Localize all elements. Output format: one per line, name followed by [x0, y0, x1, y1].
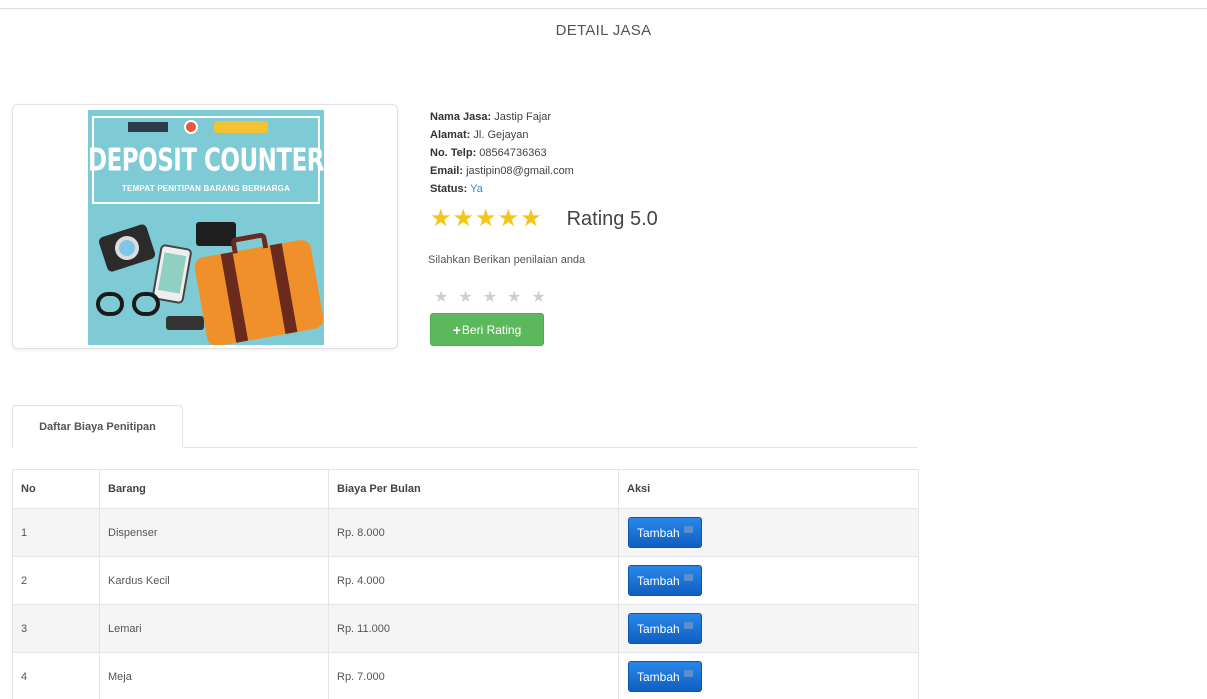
rating-input: ★ ★ ★ ★ ★	[434, 287, 556, 307]
cell-biaya: Rp. 8.000	[328, 508, 619, 557]
camera-illustration	[97, 223, 157, 273]
service-status-value: Ya	[470, 183, 483, 195]
cell-barang: Lemari	[99, 604, 329, 653]
service-address-value: Jl. Gejayan	[473, 129, 529, 141]
poster-logo-left	[128, 122, 168, 132]
rating-display: ★★★★★ Rating 5.0	[430, 204, 658, 234]
table-row: 4 Meja Rp. 7.000 Tambah	[12, 652, 919, 699]
service-email-label: Email:	[430, 165, 464, 177]
cell-no: 3	[12, 604, 100, 653]
service-phone-label: No. Telp:	[430, 147, 477, 159]
service-image-card: DEPOSIT COUNTER TEMPAT PENITIPAN BARANG …	[12, 104, 398, 349]
service-phone-row: No. Telp: 08564736363	[430, 144, 574, 162]
suitcase-illustration	[193, 231, 324, 345]
rating-star-icon: ★	[430, 205, 452, 232]
cart-icon	[683, 670, 693, 677]
column-header-no: No	[12, 469, 100, 509]
add-button-meja[interactable]: Tambah	[628, 661, 702, 692]
rating-star-icon: ★	[520, 205, 542, 232]
column-header-biaya: Biaya Per Bulan	[328, 469, 619, 509]
service-address-label: Alamat:	[430, 129, 471, 141]
poster-title: DEPOSIT COUNTER	[88, 143, 324, 179]
rate-star-1-icon[interactable]: ★	[434, 287, 448, 307]
poster-subtitle: TEMPAT PENITIPAN BARANG BERHARGA	[121, 184, 291, 193]
watch-illustration	[166, 316, 204, 330]
cell-biaya: Rp. 7.000	[328, 652, 619, 699]
plus-icon: +	[452, 321, 461, 338]
service-status-row: Status: Ya	[430, 180, 574, 198]
add-button-label: Tambah	[637, 525, 680, 540]
cell-aksi: Tambah	[618, 508, 919, 557]
cell-aksi: Tambah	[618, 652, 919, 699]
service-email-row: Email: jastipin08@gmail.com	[430, 162, 574, 180]
rating-star-icon: ★	[497, 205, 520, 232]
page-title: DETAIL JASA	[555, 22, 652, 39]
price-table: No Barang Biaya Per Bulan Aksi 1 Dispens…	[12, 469, 919, 699]
add-button-label: Tambah	[637, 621, 680, 636]
top-divider	[0, 8, 1207, 9]
add-button-kardus-kecil[interactable]: Tambah	[628, 565, 702, 596]
cell-aksi: Tambah	[618, 556, 919, 605]
rating-star-icon: ★	[452, 205, 475, 232]
cart-icon	[683, 526, 693, 533]
cell-barang: Meja	[99, 652, 329, 699]
table-header-row: No Barang Biaya Per Bulan Aksi	[12, 469, 919, 509]
rating-prompt: Silahkan Berikan penilaian anda	[428, 254, 586, 266]
service-address-row: Alamat: Jl. Gejayan	[430, 126, 574, 144]
poster-logo-right	[214, 121, 268, 133]
rate-star-4-icon[interactable]: ★	[507, 287, 521, 307]
cart-icon	[683, 574, 693, 581]
table-row: 2 Kardus Kecil Rp. 4.000 Tambah	[12, 556, 919, 605]
cart-icon	[683, 622, 693, 629]
cell-barang: Dispenser	[99, 508, 329, 557]
service-email-value: jastipin08@gmail.com	[466, 165, 574, 177]
service-name-value: Jastip Fajar	[494, 111, 552, 123]
service-status-label: Status:	[430, 183, 468, 195]
service-poster-image: DEPOSIT COUNTER TEMPAT PENITIPAN BARANG …	[88, 110, 324, 345]
cell-no: 4	[12, 652, 100, 699]
column-header-aksi: Aksi	[618, 469, 919, 509]
column-header-barang: Barang	[99, 469, 329, 509]
tab-daftar-biaya[interactable]: Daftar Biaya Penitipan	[12, 405, 183, 448]
table-row: 3 Lemari Rp. 11.000 Tambah	[12, 604, 919, 653]
rate-star-3-icon[interactable]: ★	[483, 287, 497, 307]
cell-biaya: Rp. 11.000	[328, 604, 619, 653]
give-rating-button[interactable]: + Beri Rating	[430, 313, 544, 346]
add-button-label: Tambah	[637, 669, 680, 684]
poster-logo-center	[184, 120, 198, 134]
rate-star-2-icon[interactable]: ★	[458, 287, 472, 307]
service-name-row: Nama Jasa: Jastip Fajar	[430, 108, 574, 126]
add-button-lemari[interactable]: Tambah	[628, 613, 702, 644]
cell-biaya: Rp. 4.000	[328, 556, 619, 605]
service-phone-value: 08564736363	[479, 147, 547, 159]
rating-stars: ★★★★★	[430, 207, 543, 231]
table-row: 1 Dispenser Rp. 8.000 Tambah	[12, 508, 919, 557]
give-rating-label: Beri Rating	[461, 322, 522, 337]
cell-barang: Kardus Kecil	[99, 556, 329, 605]
service-info: Nama Jasa: Jastip Fajar Alamat: Jl. Geja…	[430, 108, 574, 198]
add-button-dispenser[interactable]: Tambah	[628, 517, 702, 548]
cell-no: 1	[12, 508, 100, 557]
glasses-illustration	[96, 288, 164, 318]
cell-no: 2	[12, 556, 100, 605]
service-name-label: Nama Jasa:	[430, 111, 492, 123]
add-button-label: Tambah	[637, 573, 680, 588]
rating-star-icon: ★	[475, 205, 497, 232]
rating-text: Rating 5.0	[566, 207, 658, 230]
cell-aksi: Tambah	[618, 604, 919, 653]
rate-star-5-icon[interactable]: ★	[531, 287, 545, 307]
